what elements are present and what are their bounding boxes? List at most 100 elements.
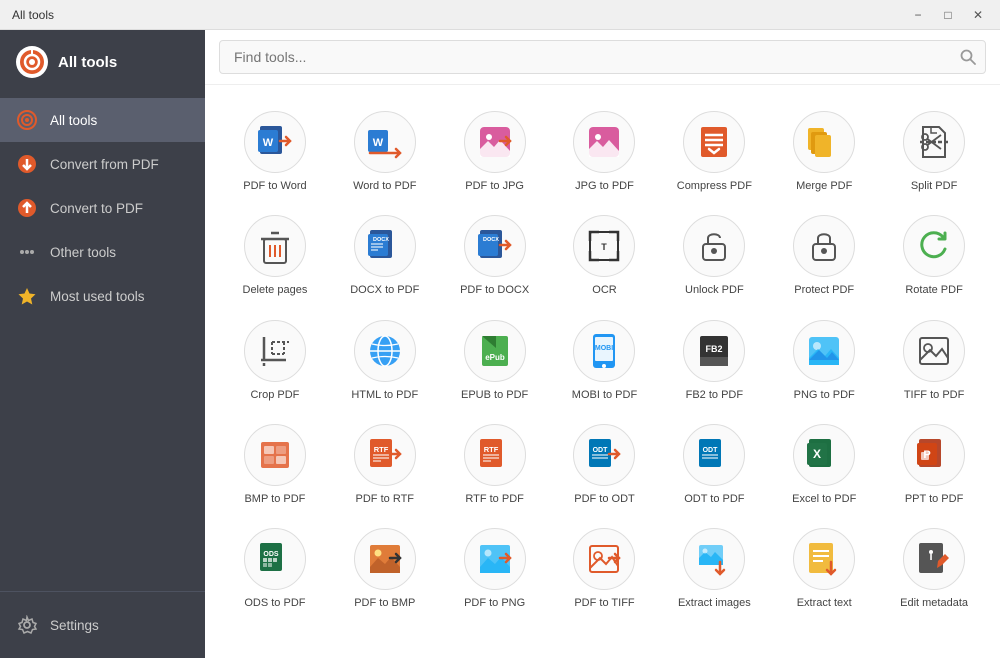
- tool-label-merge-pdf: Merge PDF: [796, 179, 852, 193]
- tool-label-pdf-to-docx: PDF to DOCX: [460, 283, 529, 297]
- sidebar-label-all-tools: All tools: [50, 113, 97, 128]
- tool-item-extract-images[interactable]: Extract images: [660, 518, 768, 618]
- tool-icon-rtf-to-pdf: RTF: [464, 424, 526, 486]
- maximize-button[interactable]: □: [934, 4, 962, 26]
- main-layout: All tools All tools: [0, 30, 1000, 658]
- tool-label-compress-pdf: Compress PDF: [677, 179, 752, 193]
- tool-label-ods-to-pdf: ODS to PDF: [244, 596, 305, 610]
- tool-item-docx-to-pdf[interactable]: DOCX DOCX to PDF: [331, 205, 439, 305]
- most-used-icon: [16, 285, 38, 307]
- close-button[interactable]: ✕: [964, 4, 992, 26]
- tool-item-pdf-to-png[interactable]: PDF to PNG: [441, 518, 549, 618]
- tool-item-excel-to-pdf[interactable]: X Excel to PDF: [770, 414, 878, 514]
- svg-text:MOBI: MOBI: [595, 345, 613, 352]
- tool-label-epub-to-pdf: EPUB to PDF: [461, 388, 528, 402]
- sidebar-label-other-tools: Other tools: [50, 245, 116, 260]
- tool-item-fb2-to-pdf[interactable]: FB2 FB2 to PDF: [660, 310, 768, 410]
- tool-item-ppt-to-pdf[interactable]: P PPT to PDF: [880, 414, 988, 514]
- tool-icon-compress-pdf: [683, 111, 745, 173]
- sidebar-item-convert-to-pdf[interactable]: Convert to PDF: [0, 186, 205, 230]
- svg-text:T: T: [602, 242, 608, 252]
- tool-item-pdf-to-bmp[interactable]: PDF to BMP: [331, 518, 439, 618]
- tool-item-epub-to-pdf[interactable]: ePub EPUB to PDF: [441, 310, 549, 410]
- sidebar-item-convert-from-pdf[interactable]: Convert from PDF: [0, 142, 205, 186]
- tool-icon-ods-to-pdf: ODS: [244, 528, 306, 590]
- tool-label-edit-metadata: Edit metadata: [900, 596, 968, 610]
- tool-icon-tiff-to-pdf: [903, 320, 965, 382]
- tool-item-compress-pdf[interactable]: Compress PDF: [660, 101, 768, 201]
- tool-label-mobi-to-pdf: MOBI to PDF: [572, 388, 637, 402]
- tool-label-html-to-pdf: HTML to PDF: [351, 388, 418, 402]
- tool-icon-excel-to-pdf: X: [793, 424, 855, 486]
- tool-item-crop-pdf[interactable]: Crop PDF: [221, 310, 329, 410]
- tool-item-rotate-pdf[interactable]: Rotate PDF: [880, 205, 988, 305]
- tool-label-delete-pages: Delete pages: [243, 283, 308, 297]
- svg-text:ODS: ODS: [263, 551, 279, 558]
- tool-icon-pdf-to-bmp: [354, 528, 416, 590]
- tool-item-pdf-to-tiff[interactable]: PDF to TIFF: [551, 518, 659, 618]
- tool-label-extract-images: Extract images: [678, 596, 751, 610]
- sidebar-item-other-tools[interactable]: Other tools: [0, 230, 205, 274]
- tool-item-protect-pdf[interactable]: Protect PDF: [770, 205, 878, 305]
- tool-item-mobi-to-pdf[interactable]: MOBI MOBI to PDF: [551, 310, 659, 410]
- sidebar-item-settings[interactable]: Settings: [0, 604, 205, 646]
- svg-text:RTF: RTF: [483, 445, 498, 454]
- tool-icon-delete-pages: [244, 215, 306, 277]
- tool-icon-unlock-pdf: [683, 215, 745, 277]
- sidebar-item-most-used-tools[interactable]: Most used tools: [0, 274, 205, 318]
- tool-item-extract-text[interactable]: Extract text: [770, 518, 878, 618]
- tool-item-png-to-pdf[interactable]: PNG to PDF: [770, 310, 878, 410]
- tool-label-extract-text: Extract text: [797, 596, 852, 610]
- svg-text:X: X: [813, 447, 821, 461]
- tool-item-tiff-to-pdf[interactable]: TIFF to PDF: [880, 310, 988, 410]
- tool-item-edit-metadata[interactable]: i Edit metadata: [880, 518, 988, 618]
- minimize-button[interactable]: −: [904, 4, 932, 26]
- tool-item-delete-pages[interactable]: Delete pages: [221, 205, 329, 305]
- tool-label-pdf-to-png: PDF to PNG: [464, 596, 525, 610]
- tool-label-ocr: OCR: [592, 283, 616, 297]
- tool-label-word-to-pdf: Word to PDF: [353, 179, 416, 193]
- tool-icon-jpg-to-pdf: [573, 111, 635, 173]
- tool-item-rtf-to-pdf[interactable]: RTF RTF to PDF: [441, 414, 549, 514]
- tool-icon-png-to-pdf: [793, 320, 855, 382]
- tool-item-pdf-to-rtf[interactable]: RTF PDF to RTF: [331, 414, 439, 514]
- svg-text:ODT: ODT: [703, 447, 719, 454]
- tool-item-split-pdf[interactable]: Split PDF: [880, 101, 988, 201]
- app-name: All tools: [58, 54, 117, 71]
- tool-item-pdf-to-word[interactable]: W PDF to Word: [221, 101, 329, 201]
- tool-icon-ppt-to-pdf: P: [903, 424, 965, 486]
- tool-item-merge-pdf[interactable]: Merge PDF: [770, 101, 878, 201]
- tool-label-crop-pdf: Crop PDF: [250, 388, 299, 402]
- sidebar-footer: Settings: [0, 591, 205, 658]
- sidebar-label-convert-to-pdf: Convert to PDF: [50, 201, 143, 216]
- search-input[interactable]: [219, 40, 986, 74]
- tool-icon-epub-to-pdf: ePub: [464, 320, 526, 382]
- tool-item-pdf-to-docx[interactable]: DOCX PDF to DOCX: [441, 205, 549, 305]
- tool-label-rotate-pdf: Rotate PDF: [905, 283, 962, 297]
- tool-item-unlock-pdf[interactable]: Unlock PDF: [660, 205, 768, 305]
- svg-text:ePub: ePub: [485, 353, 505, 362]
- tool-label-fb2-to-pdf: FB2 to PDF: [686, 388, 743, 402]
- tool-label-odt-to-pdf: ODT to PDF: [684, 492, 744, 506]
- svg-text:DOCX: DOCX: [483, 237, 499, 243]
- tool-item-bmp-to-pdf[interactable]: BMP to PDF: [221, 414, 329, 514]
- content-area: W PDF to Word W Word to PDF PDF to JPG: [205, 30, 1000, 658]
- tool-item-ocr[interactable]: T OCR: [551, 205, 659, 305]
- sidebar-item-all-tools[interactable]: All tools: [0, 98, 205, 142]
- tool-icon-pdf-to-tiff: [573, 528, 635, 590]
- tool-icon-protect-pdf: [793, 215, 855, 277]
- title-bar: All tools − □ ✕: [0, 0, 1000, 30]
- tool-label-pdf-to-word: PDF to Word: [243, 179, 306, 193]
- tool-item-pdf-to-jpg[interactable]: PDF to JPG: [441, 101, 549, 201]
- tool-item-odt-to-pdf[interactable]: ODT ODT to PDF: [660, 414, 768, 514]
- search-button[interactable]: [960, 49, 976, 65]
- tool-item-ods-to-pdf[interactable]: ODS ODS to PDF: [221, 518, 329, 618]
- tool-item-html-to-pdf[interactable]: HTML to PDF: [331, 310, 439, 410]
- tool-icon-docx-to-pdf: DOCX: [354, 215, 416, 277]
- svg-text:W: W: [373, 137, 384, 149]
- tool-item-pdf-to-odt[interactable]: ODT PDF to ODT: [551, 414, 659, 514]
- svg-text:FB2: FB2: [706, 344, 723, 354]
- tool-label-jpg-to-pdf: JPG to PDF: [575, 179, 634, 193]
- tool-item-word-to-pdf[interactable]: W Word to PDF: [331, 101, 439, 201]
- tool-item-jpg-to-pdf[interactable]: JPG to PDF: [551, 101, 659, 201]
